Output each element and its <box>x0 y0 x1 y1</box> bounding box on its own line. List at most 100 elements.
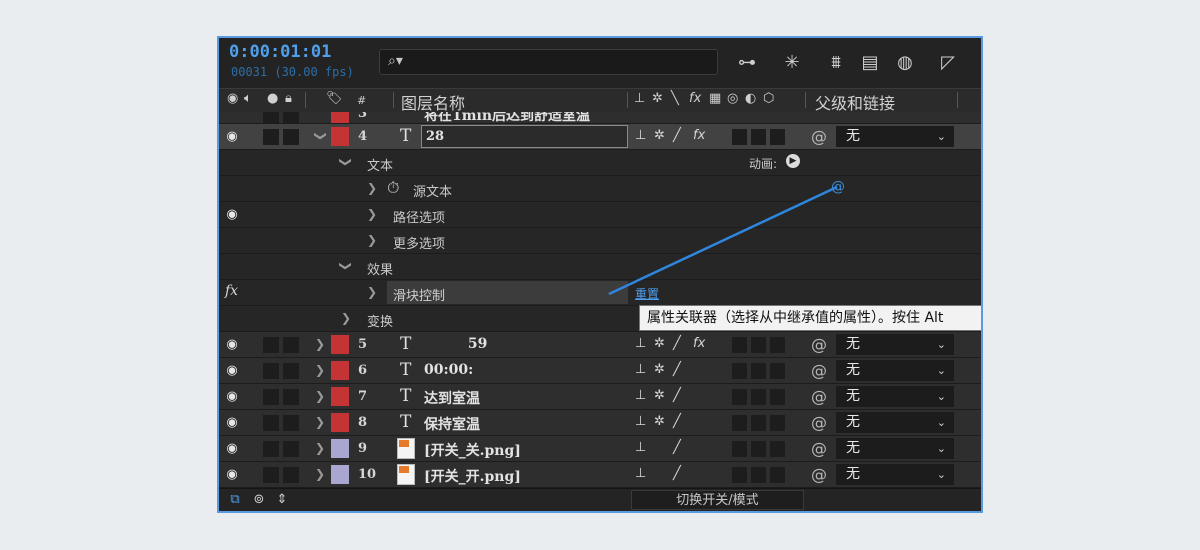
property-path-options[interactable]: ◉ ❯ 路径选项 <box>219 202 981 228</box>
switch-box[interactable] <box>732 129 747 145</box>
effect-fx-icon[interactable]: fx <box>225 283 238 299</box>
effect-slider-control[interactable]: fx ❯ 滑块控制 重置 <box>219 280 981 306</box>
reset-link[interactable]: 重置 <box>635 285 659 302</box>
twirl-icon[interactable]: ❯ <box>367 207 377 221</box>
label-color-swatch[interactable] <box>331 112 349 123</box>
parent-dropdown[interactable]: 无 ⌄ <box>836 360 954 381</box>
parent-dropdown[interactable]: 无 ⌄ <box>836 126 954 147</box>
label-color-swatch[interactable] <box>331 413 349 432</box>
lock-box[interactable] <box>283 389 299 405</box>
expand-twirl-icon[interactable]: ❯ <box>314 131 328 141</box>
switch-box[interactable] <box>751 337 766 353</box>
switch-box[interactable] <box>751 467 766 483</box>
video-eye-icon[interactable]: ◉ <box>227 91 238 106</box>
switch-box[interactable] <box>751 441 766 457</box>
stopwatch-icon[interactable]: ⏱︎ <box>387 178 399 198</box>
layer-name[interactable]: 00:00: <box>424 362 473 378</box>
visibility-eye-icon[interactable]: ◉ <box>225 390 239 404</box>
label-color-swatch[interactable] <box>331 127 349 146</box>
layer-name[interactable]: 达到室温 <box>424 388 480 408</box>
quality-switch-icon[interactable]: ╱ <box>673 128 681 143</box>
switch-box[interactable] <box>751 389 766 405</box>
lock-box[interactable] <box>283 415 299 431</box>
label-color-swatch[interactable] <box>331 465 349 484</box>
quality-switch-icon[interactable]: ╱ <box>673 466 681 481</box>
switch-box[interactable] <box>732 467 747 483</box>
solo-box[interactable] <box>263 467 279 483</box>
collapse-switch-icon[interactable]: ✲ <box>654 388 665 403</box>
quality-switch-icon[interactable]: ╱ <box>673 440 681 455</box>
shy-switch-icon[interactable]: ⊥ <box>635 388 646 403</box>
quality-switch-icon[interactable]: ╱ <box>673 336 681 351</box>
pick-whip-icon[interactable]: @ <box>811 465 827 484</box>
pick-whip-icon[interactable]: @ <box>811 387 827 406</box>
solo-box[interactable] <box>263 363 279 379</box>
expand-twirl-icon[interactable]: ❯ <box>315 337 325 351</box>
lock-box[interactable] <box>283 129 299 145</box>
visibility-eye-icon[interactable]: ◉ <box>225 338 239 352</box>
expand-twirl-icon[interactable]: ❯ <box>315 415 325 429</box>
visibility-eye-icon[interactable]: ◉ <box>225 468 239 482</box>
pick-whip-icon[interactable]: @ <box>811 361 827 380</box>
twirl-icon[interactable]: ❯ <box>367 285 377 299</box>
effect-name-field[interactable]: 滑块控制 <box>387 281 628 304</box>
quality-switch-icon[interactable]: ╱ <box>673 362 681 377</box>
twirl-icon[interactable]: ❯ <box>341 311 351 325</box>
lock-box[interactable] <box>283 363 299 379</box>
layer-search-input[interactable]: ⌕▾ <box>379 49 718 75</box>
switch-box[interactable] <box>770 441 785 457</box>
frame-blending-icon[interactable]: ▤ <box>857 50 883 76</box>
expand-twirl-icon[interactable]: ❯ <box>315 441 325 455</box>
shy-switch-icon[interactable]: ⊥ <box>635 128 646 143</box>
expand-twirl-icon[interactable]: ❯ <box>315 389 325 403</box>
solo-dot-icon[interactable]: ● <box>267 91 278 106</box>
layer-name-header[interactable]: 图层名称 <box>401 90 465 114</box>
draft-3d-icon[interactable]: ✳ <box>779 50 805 76</box>
layer-name[interactable]: 保持室温 <box>424 414 480 434</box>
audio-speaker-icon[interactable]: 🔈︎ <box>244 91 252 106</box>
shy-switch-icon[interactable]: ⊥ <box>635 466 646 481</box>
layer-row[interactable]: ◉ ❯ 5 T 59 ⊥ ✲ ╱ fx @ 无 ⌄ <box>219 332 981 358</box>
parent-dropdown[interactable]: 无 ⌄ <box>836 334 954 355</box>
label-tag-icon[interactable]: 🏷︎ <box>326 91 343 106</box>
shy-switch-icon[interactable]: ⊥ <box>635 414 646 429</box>
toggle-switches-modes-button[interactable]: 切换开关/模式 <box>631 490 804 510</box>
visibility-eye-icon[interactable]: ◉ <box>225 130 239 144</box>
pick-whip-icon[interactable]: @ <box>811 335 827 354</box>
switch-box[interactable] <box>751 129 766 145</box>
solo-box[interactable] <box>263 337 279 353</box>
motion-blur-icon[interactable]: ◍ <box>892 50 918 76</box>
switch-box[interactable] <box>732 415 747 431</box>
parent-dropdown[interactable]: 无 ⌄ <box>836 464 954 485</box>
parent-dropdown[interactable]: 无 ⌄ <box>836 386 954 407</box>
shy-layers-icon[interactable]: ⩩ <box>823 50 849 76</box>
transfer-controls-icon[interactable]: ⊚ <box>251 492 267 508</box>
solo-box[interactable] <box>263 415 279 431</box>
switch-box[interactable] <box>770 363 785 379</box>
layer-row[interactable]: ◉ ❯ 6 T 00:00: ⊥ ✲ ╱ @ 无 ⌄ <box>219 358 981 384</box>
pick-whip-icon[interactable]: @ <box>811 413 827 432</box>
lock-box[interactable] <box>283 467 299 483</box>
property-more-options[interactable]: ❯ 更多选项 <box>219 228 981 254</box>
switch-box[interactable] <box>770 389 785 405</box>
layer-row[interactable]: ◉ ❯ 9 [开关_关.png] ⊥ ╱ @ 无 ⌄ <box>219 436 981 462</box>
property-source-text[interactable]: ❯ ⏱︎ 源文本 @ <box>219 176 981 202</box>
switch-box[interactable] <box>751 363 766 379</box>
pick-whip-icon[interactable]: @ <box>811 439 827 458</box>
label-color-swatch[interactable] <box>331 439 349 458</box>
graph-editor-icon[interactable]: ◸ <box>935 50 961 76</box>
label-color-swatch[interactable] <box>331 387 349 406</box>
switch-box[interactable] <box>732 389 747 405</box>
solo-box[interactable] <box>263 389 279 405</box>
layer-row[interactable]: ◉ ❯ 10 [开关_开.png] ⊥ ╱ @ 无 ⌄ <box>219 462 981 488</box>
current-time-display[interactable]: 0:00:01:01 <box>229 42 331 62</box>
composition-flowchart-icon[interactable]: ⊶ <box>734 50 760 76</box>
label-color-swatch[interactable] <box>331 361 349 380</box>
shy-switch-icon[interactable]: ⊥ <box>635 440 646 455</box>
property-group-text[interactable]: ❯ 文本 动画: ▶ <box>219 150 981 176</box>
expand-twirl-icon[interactable]: ❯ <box>315 467 325 481</box>
collapse-switch-icon[interactable]: ✲ <box>654 336 665 351</box>
fx-switch-icon[interactable]: fx <box>693 128 705 143</box>
twirl-icon[interactable]: ❯ <box>339 157 353 167</box>
lock-box[interactable] <box>283 337 299 353</box>
